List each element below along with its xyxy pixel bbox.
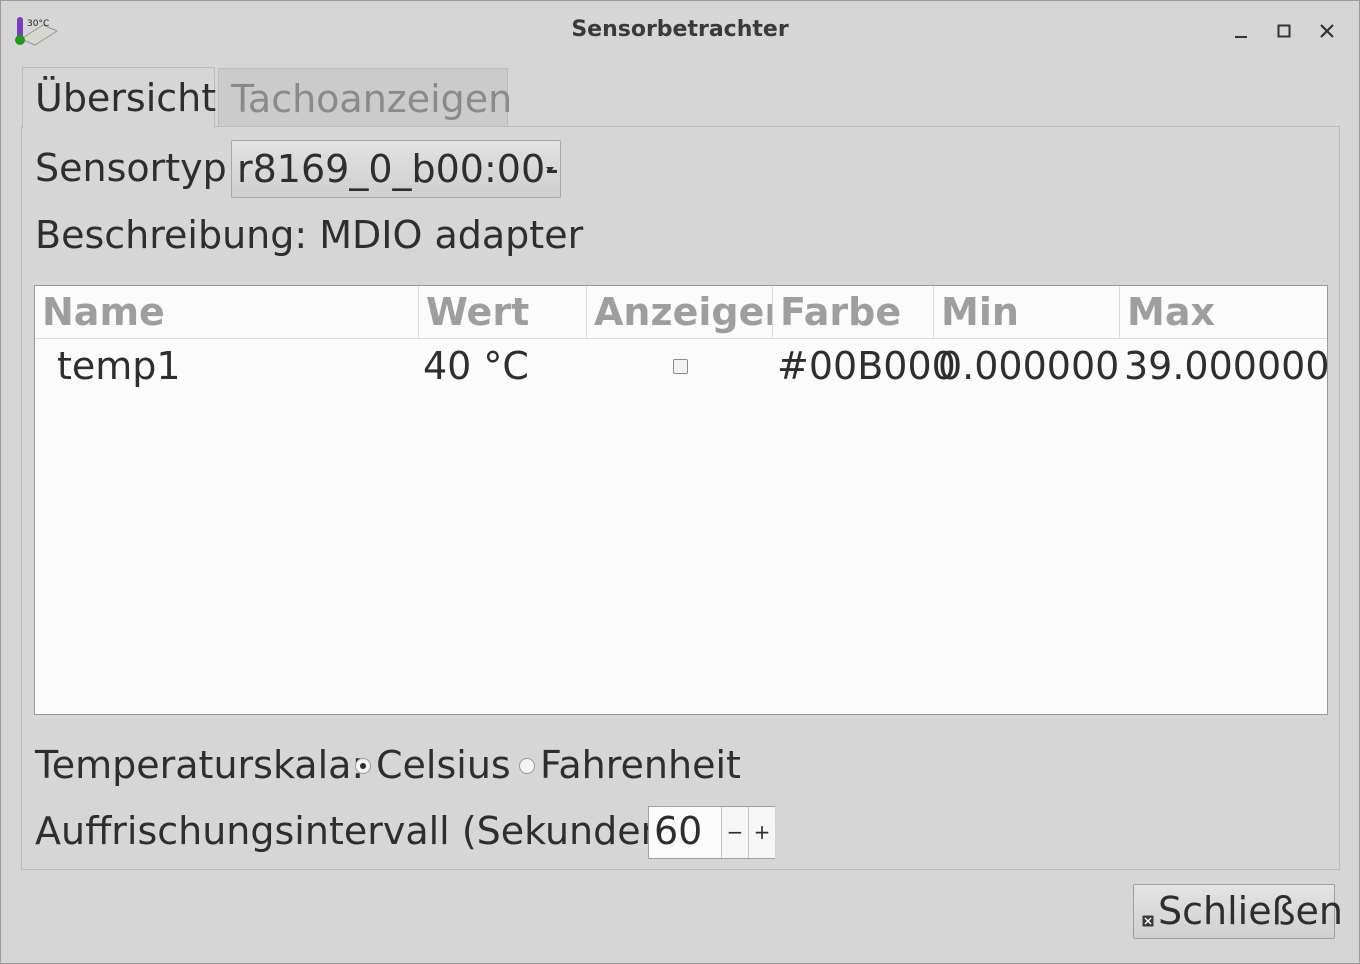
sensor-viewer-window: 30°C Sensorbetrachter Übersicht Tachoanz… xyxy=(0,0,1360,964)
maximize-button[interactable] xyxy=(1272,19,1296,43)
celsius-radio[interactable] xyxy=(355,758,371,774)
sensor-type-dropdown[interactable]: r8169_0_b00:00-0 xyxy=(231,140,561,198)
maximize-icon xyxy=(1277,24,1291,38)
column-header-name[interactable]: Name xyxy=(35,286,419,338)
sensor-description: Beschreibung: MDIO adapter xyxy=(35,213,584,257)
refresh-interval-label: Auffrischungsintervall (Sekunden): xyxy=(35,809,693,853)
decrement-button[interactable]: − xyxy=(721,807,748,858)
table-header: Name Wert Anzeigen Farbe Min Max xyxy=(35,286,1327,339)
fahrenheit-label[interactable]: Fahrenheit xyxy=(540,743,741,787)
increment-button[interactable]: + xyxy=(748,807,775,858)
refresh-interval-spinbox[interactable]: 60 − + xyxy=(648,806,775,859)
fahrenheit-radio[interactable] xyxy=(519,758,535,774)
cell-name: temp1 xyxy=(57,344,181,388)
title-bar: 30°C Sensorbetrachter xyxy=(1,1,1359,61)
cell-min: 0.000000 xyxy=(938,344,1120,388)
column-header-wert[interactable]: Wert xyxy=(419,286,587,338)
tab-uebersicht[interactable]: Übersicht xyxy=(22,67,216,128)
sensor-type-label: Sensortyp: xyxy=(35,146,240,190)
column-header-farbe[interactable]: Farbe xyxy=(773,286,934,338)
column-header-min[interactable]: Min xyxy=(934,286,1120,338)
column-header-anzeigen[interactable]: Anzeigen xyxy=(587,286,773,338)
minimize-icon xyxy=(1235,36,1247,38)
window-title: Sensorbetrachter xyxy=(571,17,789,42)
cell-color: #00B000 xyxy=(777,344,956,388)
close-button-label: Schließen xyxy=(1158,889,1343,933)
minimize-button[interactable] xyxy=(1229,19,1253,43)
sensor-table: Name Wert Anzeigen Farbe Min Max temp1 4… xyxy=(34,285,1330,715)
temperature-scale-label: Temperaturskala: xyxy=(35,743,365,787)
column-header-max[interactable]: Max xyxy=(1120,286,1327,338)
close-small-icon xyxy=(1142,915,1154,927)
refresh-interval-value[interactable]: 60 xyxy=(654,809,702,853)
chevron-down-icon xyxy=(546,167,554,172)
show-checkbox[interactable] xyxy=(673,359,688,374)
celsius-label[interactable]: Celsius xyxy=(376,743,511,787)
sensor-type-value: r8169_0_b00:00-0 xyxy=(237,147,561,191)
close-window-button[interactable] xyxy=(1315,19,1339,43)
close-button[interactable]: Schließen xyxy=(1133,884,1343,939)
cell-max: 39.000000 xyxy=(1124,344,1330,388)
cell-value: 40 °C xyxy=(423,344,529,388)
tab-tachoanzeigen[interactable]: Tachoanzeigen xyxy=(218,68,512,128)
close-icon xyxy=(1320,24,1334,38)
